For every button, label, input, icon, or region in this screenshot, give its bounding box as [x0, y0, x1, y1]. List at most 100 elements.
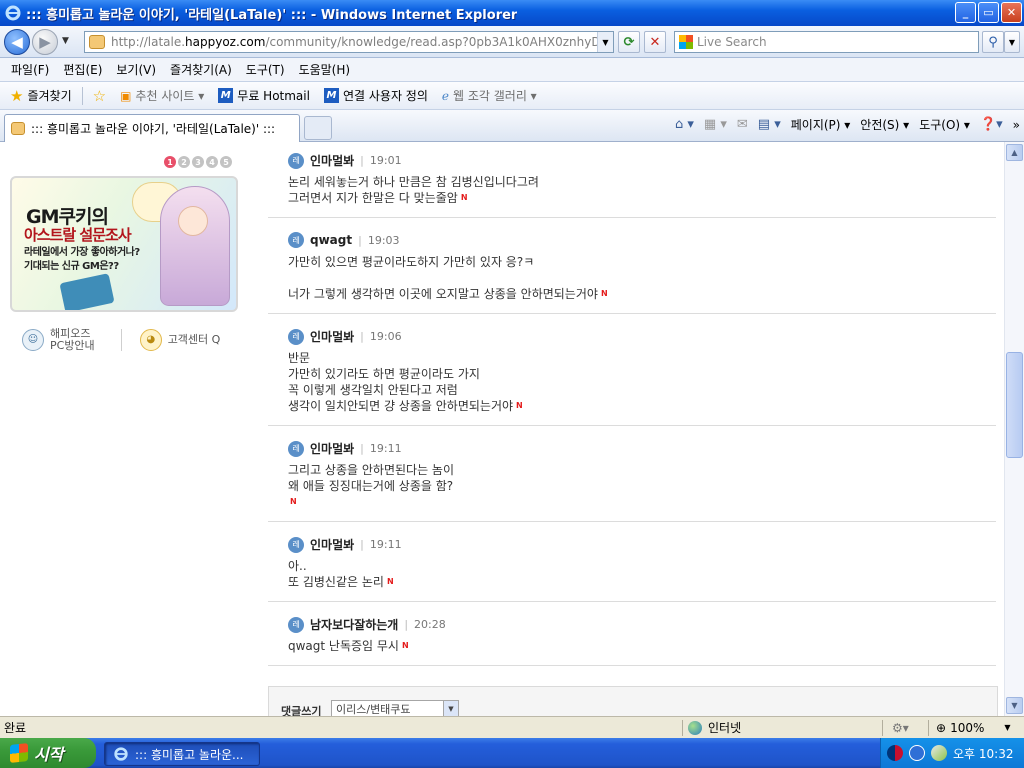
feeds-icon[interactable]: ▦ ▾ [704, 117, 727, 132]
search-placeholder: Live Search [697, 35, 767, 49]
search-options-dropdown[interactable]: ▼ [1004, 31, 1020, 53]
comment-item: 레 남자보다잘하는개 | 20:28 qwagt 난독증임 무시 N [268, 602, 996, 666]
favorites-button[interactable]: ★ 즐겨찾기 [6, 87, 76, 105]
address-field[interactable]: http://latale.happyoz.com/community/know… [84, 31, 614, 53]
comment-author[interactable]: 인마멀봐 [310, 328, 354, 345]
new-mark-icon: N [290, 497, 297, 506]
pager-dot-4[interactable]: 4 [206, 156, 218, 168]
tab-latale[interactable]: ::: 흥미롭고 놀라운 이야기, '라테일(LaTale)' ::: [4, 114, 300, 142]
print-icon[interactable]: ▤ ▾ [758, 117, 781, 132]
character-select[interactable]: 이리스/변태쿠됴 ▼ [331, 700, 459, 716]
divider [120, 329, 122, 351]
start-button[interactable]: 시작 [0, 738, 96, 768]
pager-dot-2[interactable]: 2 [178, 156, 190, 168]
forward-button[interactable]: ▶ [32, 29, 58, 55]
safety-menu[interactable]: 안전(S) ▾ [860, 116, 909, 133]
maximize-button[interactable]: ▭ [978, 2, 999, 23]
comment-write-box: 댓글쓰기 이리스/변태쿠됴 ▼ [268, 686, 998, 716]
comment-item: 레 qwagt | 19:03 가만히 있으면 평균이라도하지 가만히 있자 응?ㅋ … [268, 218, 996, 314]
scroll-thumb[interactable] [1006, 352, 1023, 458]
new-mark-icon: N [600, 289, 608, 298]
customer-center-link[interactable]: ◕ 고객센터 Q [139, 329, 220, 351]
level-badge-icon: 레 [288, 152, 304, 169]
banner-pager: 1 2 3 4 5 [164, 156, 232, 168]
home-icon[interactable]: ⌂ ▾ [675, 117, 694, 132]
divider [81, 86, 83, 105]
menu-bar: 파일(F) 편집(E) 보기(V) 즐겨찾기(A) 도구(T) 도움말(H) [0, 58, 1024, 82]
comment-time: 19:11 [369, 538, 402, 551]
search-button[interactable]: ⚲ [982, 31, 1004, 53]
tab-favicon-icon [11, 122, 25, 135]
menu-edit[interactable]: 편집(E) [56, 61, 109, 78]
menu-view[interactable]: 보기(V) [109, 61, 163, 78]
taskbar-ie-window[interactable]: ::: 흥미롭고 놀라운... [104, 742, 260, 766]
page-menu[interactable]: 페이지(P) ▾ [791, 116, 851, 133]
add-favorite-button[interactable]: ☆ [89, 87, 110, 105]
window-title: ::: 흥미롭고 놀라운 이야기, '라테일(LaTale)' ::: - Wi… [26, 7, 518, 23]
forward-arrow-icon: ▶ [39, 33, 51, 51]
new-mark-icon: N [401, 641, 409, 650]
favorites-bar: ★ 즐겨찾기 ☆ ▣ 추천 사이트 ▾ M 무료 Hotmail M 연결 사용자 정의… [0, 82, 1024, 110]
menu-favorites[interactable]: 즐겨찾기(A) [163, 61, 239, 78]
ime-icon[interactable] [887, 745, 903, 761]
tab-label: ::: 흥미롭고 놀라운 이야기, '라테일(LaTale)' ::: [31, 122, 276, 136]
comment-author[interactable]: 인마멀봐 [310, 152, 354, 169]
stop-button[interactable]: ✕ [644, 31, 666, 53]
comment-time: 19:03 [367, 233, 400, 247]
web-slice-icon: ℯ [441, 88, 449, 103]
more-commands[interactable]: » [1013, 118, 1020, 132]
site-favicon-icon [89, 35, 105, 49]
minimize-button[interactable]: _ [955, 2, 976, 23]
magnifier-icon: ⚲ [988, 34, 998, 50]
comment-time: 19:01 [369, 154, 402, 167]
level-badge-icon: 레 [288, 232, 304, 248]
mail-icon[interactable]: ✉ [737, 117, 748, 132]
help-icon[interactable]: ❓▾ [980, 117, 1003, 132]
new-tab-button[interactable] [304, 116, 332, 140]
book-decoration [59, 273, 115, 310]
address-dropdown-icon[interactable]: ▼ [597, 32, 613, 52]
stop-icon: ✕ [649, 34, 661, 50]
pager-dot-1[interactable]: 1 [164, 156, 176, 168]
suggested-sites-button[interactable]: ▣ 추천 사이트 ▾ [116, 87, 208, 104]
vertical-scrollbar[interactable]: ▲ ▼ [1004, 142, 1024, 716]
pager-dot-3[interactable]: 3 [192, 156, 204, 168]
comment-item: 레 인마멀봐 | 19:11 아.. 또 김병신같은 논리 N [268, 522, 996, 602]
comment-body: 논리 세워놓는거 하나 만큼은 참 김병신입니다그려 그러면서 지가 한말은 다… [288, 175, 539, 205]
command-bar: ⌂ ▾ ▦ ▾ ✉ ▤ ▾ 페이지(P) ▾ 안전(S) ▾ 도구(O) ▾ ❓… [675, 116, 1020, 133]
tray-arrow-icon[interactable] [909, 745, 925, 761]
customize-links-link[interactable]: M 연결 사용자 정의 [320, 87, 432, 104]
pager-dot-5[interactable]: 5 [220, 156, 232, 168]
comment-author[interactable]: 남자보다잘하는개 [310, 616, 398, 633]
level-badge-icon: 레 [288, 440, 304, 457]
ie-logo-icon [5, 5, 21, 21]
hotmail-link[interactable]: M 무료 Hotmail [214, 87, 314, 104]
web-slice-gallery-link[interactable]: ℯ웹 조각 갤러리 ▾ [438, 87, 541, 104]
gm-survey-banner[interactable]: GM쿠키의 아스트랄 설문조사 라테일에서 가장 좋아하거나? 기대되는 신규 G… [10, 176, 238, 312]
zoom-control[interactable]: ⊕ 100% ▼ [936, 721, 1011, 735]
pc-bang-link[interactable]: ☺ 해피오즈 PC방안내 [22, 328, 95, 352]
window-title-bar[interactable]: ::: 흥미롭고 놀라운 이야기, '라테일(LaTale)' ::: - Wi… [0, 0, 1024, 26]
chevron-down-icon: ▼ [443, 701, 458, 716]
close-button[interactable]: ✕ [1001, 2, 1022, 23]
security-zone[interactable]: 인터넷 [688, 719, 741, 736]
scroll-up-button[interactable]: ▲ [1006, 144, 1023, 161]
comment-body: 그리고 상종을 안하면된다는 놈이 왜 애들 징징대는거에 상종을 함? N [288, 463, 455, 506]
menu-tools[interactable]: 도구(T) [239, 61, 292, 78]
back-button[interactable]: ◀ [4, 29, 30, 55]
search-input[interactable]: Live Search [674, 31, 979, 53]
tools-menu[interactable]: 도구(O) ▾ [919, 116, 970, 133]
recent-pages-dropdown[interactable]: ▼ [62, 36, 69, 46]
happyoz-icon: ☺ [22, 329, 44, 351]
comment-time: 20:28 [414, 618, 446, 631]
comment-author[interactable]: 인마멀봐 [310, 440, 354, 457]
msn-icon: M [218, 88, 234, 103]
menu-file[interactable]: 파일(F) [4, 61, 56, 78]
scroll-down-button[interactable]: ▼ [1006, 697, 1023, 714]
refresh-button[interactable]: ⟳ [618, 31, 640, 53]
comment-author[interactable]: 인마멀봐 [310, 536, 354, 553]
protected-mode-icon[interactable]: ⚙▾ [892, 721, 909, 735]
tray-app-icon[interactable] [931, 745, 947, 761]
comment-author[interactable]: qwagt [310, 233, 352, 247]
menu-help[interactable]: 도움말(H) [292, 61, 358, 78]
